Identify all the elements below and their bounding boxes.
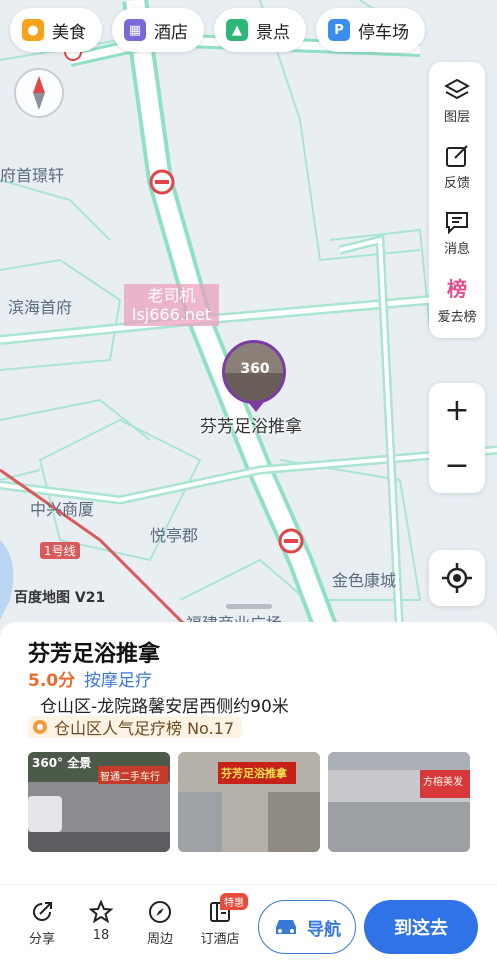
poi-marker-name[interactable]: 芬芳足浴推拿 bbox=[200, 412, 302, 437]
drag-handle[interactable] bbox=[226, 604, 272, 609]
star-icon bbox=[89, 900, 113, 924]
love-list-icon: 榜 bbox=[446, 277, 467, 301]
map-label: 中兴商厦 bbox=[30, 500, 95, 519]
zoom-in-button[interactable]: + bbox=[444, 393, 469, 428]
compass-nearby-icon bbox=[149, 901, 171, 923]
navigate-label: 导航 bbox=[307, 919, 341, 940]
photo-door bbox=[268, 792, 320, 852]
favorite-count: 18 bbox=[92, 928, 110, 943]
zoom-out-button[interactable]: − bbox=[444, 448, 469, 483]
zoom-panel: + − bbox=[429, 383, 485, 493]
place-photo-2[interactable]: 芬芳足浴推拿 bbox=[178, 752, 320, 852]
photo-sign: 方榕美发 bbox=[420, 770, 470, 798]
go-here-button[interactable]: 到这去 bbox=[364, 900, 478, 954]
place-photo-3[interactable]: 方榕美发 bbox=[328, 752, 470, 852]
watermark: 老司机 lsj666.net bbox=[124, 284, 220, 326]
chip-hotel-label: 酒店 bbox=[154, 22, 188, 43]
chip-parking-label: 停车场 bbox=[358, 22, 409, 43]
feedback-icon bbox=[445, 144, 468, 167]
scenic-icon: ▲ bbox=[226, 19, 248, 41]
map-label: 悦亭郡 bbox=[150, 526, 199, 545]
panorama-360-badge: 360 bbox=[240, 361, 270, 377]
go-here-label: 到这去 bbox=[394, 918, 448, 939]
food-icon: ● bbox=[22, 19, 44, 41]
book-hotel-label: 订酒店 bbox=[200, 932, 240, 947]
place-category[interactable]: 按摩足疗 bbox=[84, 666, 152, 691]
chip-hotel[interactable]: ▦ 酒店 bbox=[112, 8, 204, 52]
parking-icon: P bbox=[328, 19, 350, 41]
nearby-button[interactable]: 周边 bbox=[135, 900, 185, 947]
car-icon bbox=[276, 920, 296, 934]
messages-button[interactable]: 消息 bbox=[444, 200, 470, 266]
photo-car bbox=[28, 796, 62, 832]
compass-button[interactable] bbox=[14, 68, 64, 118]
poi-marker[interactable]: 360 bbox=[222, 340, 286, 404]
messages-label: 消息 bbox=[443, 241, 470, 257]
message-icon bbox=[445, 211, 468, 234]
place-name: 芬芳足浴推拿 bbox=[28, 642, 161, 667]
category-chips: ● 美食 ▦ 酒店 ▲ 景点 P 停车场 bbox=[10, 8, 425, 52]
love-list-button[interactable]: 榜 爱去榜 bbox=[437, 266, 476, 332]
map-tool-panel: 图层 反馈 消息 榜 爱去榜 bbox=[429, 62, 485, 338]
share-button[interactable]: 分享 bbox=[17, 900, 67, 947]
chip-scenic-label: 景点 bbox=[256, 22, 290, 43]
discount-tag: 特惠 bbox=[220, 893, 248, 910]
place-address: 仓山区-龙院路馨安居西侧约90米 bbox=[40, 697, 289, 717]
hotel-icon: ▦ bbox=[124, 19, 146, 41]
photo-sign: 芬芳足浴推拿 bbox=[218, 762, 296, 784]
layers-icon bbox=[443, 78, 470, 99]
share-label: 分享 bbox=[28, 932, 55, 947]
locate-icon bbox=[442, 563, 472, 593]
metro-line-label: 1号线 bbox=[40, 542, 80, 559]
love-list-label: 爱去榜 bbox=[437, 310, 477, 325]
nearby-label: 周边 bbox=[146, 932, 173, 947]
map-label: 金色康城 bbox=[332, 571, 397, 590]
locate-me-button[interactable] bbox=[429, 550, 485, 606]
panorama-label: 360° 全景 bbox=[32, 756, 92, 770]
feedback-label: 反馈 bbox=[443, 175, 470, 191]
watermark-line-2: lsj666.net bbox=[132, 305, 212, 324]
navigate-button[interactable]: 导航 bbox=[258, 900, 356, 954]
share-icon bbox=[33, 902, 52, 921]
chip-food[interactable]: ● 美食 bbox=[10, 8, 102, 52]
ranking-badge[interactable]: 仓山区人气足疗榜 No.17 bbox=[28, 716, 243, 738]
place-rating[interactable]: 5.0分 bbox=[28, 666, 75, 691]
chip-food-label: 美食 bbox=[52, 22, 86, 43]
photo-ground bbox=[28, 832, 170, 852]
chip-parking[interactable]: P 停车场 bbox=[316, 8, 425, 52]
map-scale-logo: 百度地图 V21 bbox=[14, 590, 106, 606]
photo-shutter bbox=[178, 792, 222, 852]
photo-sky bbox=[328, 752, 470, 770]
feedback-button[interactable]: 反馈 bbox=[444, 134, 470, 200]
chip-scenic[interactable]: ▲ 景点 bbox=[214, 8, 306, 52]
watermark-line-1: 老司机 bbox=[147, 286, 196, 305]
ranking-icon bbox=[33, 720, 47, 734]
map-label: 府首璟轩 bbox=[0, 166, 65, 185]
favorite-button[interactable]: 18 bbox=[76, 900, 126, 943]
map-view[interactable]: 府首璟轩 滨海首府 中兴商厦 悦亭郡 金色康城 1号线 福建商业广场 老司机 l… bbox=[0, 0, 497, 640]
ranking-label: 仓山区人气足疗榜 No.17 bbox=[54, 719, 235, 738]
photo-sign: 智通二手车行 bbox=[98, 766, 168, 784]
map-label: 滨海首府 bbox=[8, 298, 73, 317]
photo-shutters bbox=[328, 802, 470, 852]
layers-button[interactable]: 图层 bbox=[443, 68, 470, 134]
layers-label: 图层 bbox=[443, 109, 470, 125]
compass-icon bbox=[33, 76, 45, 110]
place-photo-1[interactable]: 智通二手车行 360° 全景 bbox=[28, 752, 170, 852]
